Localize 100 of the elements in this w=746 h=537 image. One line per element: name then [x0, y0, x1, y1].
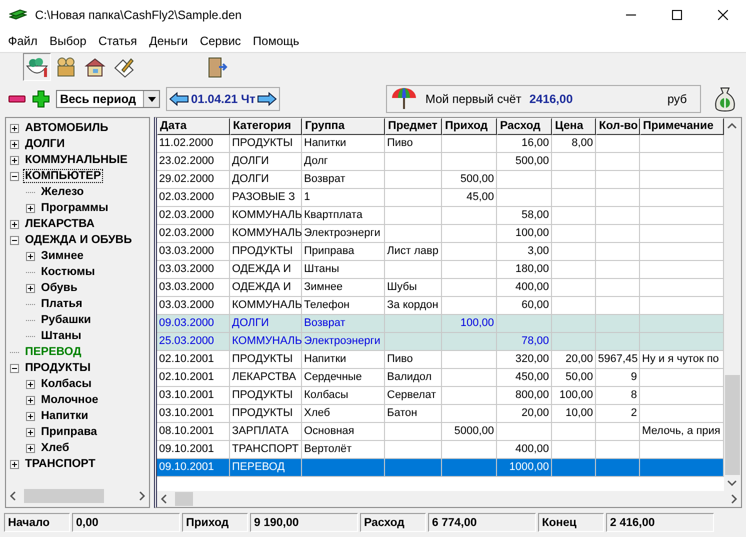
tree-item[interactable]: Хлеб	[39, 441, 72, 455]
table-cell: Приправа	[302, 243, 385, 261]
table-cell: 78,00	[497, 333, 552, 351]
tree-item[interactable]: КОМПЬЮТЕР	[23, 169, 104, 183]
table-cell	[552, 225, 596, 243]
column-header[interactable]: Приход	[442, 118, 497, 135]
table-cell: 45,00	[442, 189, 497, 207]
tree-item[interactable]: ОДЕЖДА И ОБУВЬ	[23, 233, 134, 247]
money-bag-icon[interactable]	[713, 86, 738, 112]
expander-icon[interactable]	[26, 284, 35, 292]
table-cell: 02.03.2000	[157, 225, 230, 243]
expander-icon[interactable]	[10, 220, 19, 228]
expander-icon[interactable]	[26, 396, 35, 404]
table-cell: ЛЕКАРСТВА	[230, 369, 302, 387]
expander-icon[interactable]	[10, 124, 19, 132]
period-dropdown[interactable]: Весь период	[56, 90, 160, 108]
expander-icon[interactable]	[10, 140, 19, 148]
tree-item[interactable]: Молочное	[39, 393, 100, 407]
table-cell	[596, 279, 640, 297]
table-cell: 16,00	[497, 135, 552, 153]
table-cell: 20,00	[497, 405, 552, 423]
tree-item[interactable]: ТРАНСПОРТ	[23, 457, 98, 471]
tree-item[interactable]: Напитки	[39, 409, 90, 423]
table-cell: Батон	[385, 405, 442, 423]
status-value: 9 190,00	[250, 512, 358, 532]
plus-icon[interactable]	[32, 90, 50, 108]
tree-item[interactable]: Железо	[39, 185, 86, 199]
tree-item[interactable]: Платья	[39, 297, 84, 311]
window-title: C:\Новая папка\CashFly2\Sample.den	[35, 8, 243, 22]
expander-icon[interactable]	[10, 460, 19, 468]
table-cell: КОММУНАЛЬ	[230, 333, 302, 351]
table-cell	[385, 333, 442, 351]
horizontal-scrollbar[interactable]	[157, 491, 741, 507]
vertical-scrollbar[interactable]	[724, 118, 741, 491]
table-cell: Хлеб	[302, 405, 385, 423]
status-value: 0,00	[72, 512, 180, 532]
table-cell: Сердечные	[302, 369, 385, 387]
tree-item[interactable]: КОММУНАЛЬНЫЕ	[23, 153, 130, 167]
table-cell	[385, 207, 442, 225]
menu-item[interactable]: Файл	[2, 34, 44, 48]
column-header[interactable]: Кол-во	[596, 118, 640, 135]
tree-item[interactable]: ДОЛГИ	[23, 137, 67, 151]
column-header[interactable]: Категория	[230, 118, 302, 135]
menu-item[interactable]: Деньги	[143, 34, 194, 48]
scroll-thumb[interactable]	[175, 492, 193, 506]
column-header[interactable]: Цена	[552, 118, 596, 135]
tree-item[interactable]: Костюмы	[39, 265, 97, 279]
expander-icon[interactable]	[10, 156, 19, 164]
expander-icon[interactable]	[10, 172, 19, 180]
tree-item[interactable]: ЛЕКАРСТВА	[23, 217, 97, 231]
scroll-thumb[interactable]	[24, 489, 104, 503]
expander-icon[interactable]	[26, 444, 35, 452]
expander-icon[interactable]	[26, 412, 35, 420]
tree-item[interactable]: Колбасы	[39, 377, 94, 391]
tree-item[interactable]: ПРОДУКТЫ	[23, 361, 93, 375]
tree-item[interactable]: Обувь	[39, 281, 80, 295]
table-cell: ОДЕЖДА И	[230, 261, 302, 279]
menu-item[interactable]: Помощь	[246, 34, 306, 48]
tree-item[interactable]: Штаны	[39, 329, 84, 343]
table-cell: Лист лавр	[385, 243, 442, 261]
column-header[interactable]: Расход	[497, 118, 552, 135]
table-cell	[596, 225, 640, 243]
column-header[interactable]: Предмет	[385, 118, 442, 135]
menu-item[interactable]: Выбор	[44, 34, 92, 48]
table-cell: 1	[302, 189, 385, 207]
right-arrow-icon[interactable]	[257, 92, 278, 106]
tree-item[interactable]: Приправа	[39, 425, 100, 439]
expander-icon[interactable]	[26, 380, 35, 388]
tree-item[interactable]: АВТОМОБИЛЬ	[23, 121, 110, 135]
toolbar-button[interactable]	[23, 53, 51, 81]
table-cell: 100,00	[552, 387, 596, 405]
table-cell	[596, 243, 640, 261]
tree-item[interactable]: ПЕРЕВОД	[23, 345, 84, 359]
expander-icon[interactable]	[26, 204, 35, 212]
tree-item[interactable]: Зимнее	[39, 249, 86, 263]
tree-item[interactable]: Рубашки	[39, 313, 93, 327]
table-cell: 11.02.2000	[157, 135, 230, 153]
table-cell	[497, 171, 552, 189]
expander-icon[interactable]	[26, 428, 35, 436]
dropdown-arrow-icon	[148, 96, 156, 102]
left-arrow-icon[interactable]	[169, 92, 189, 106]
table-cell: ДОЛГИ	[230, 171, 302, 189]
expander-icon[interactable]	[26, 252, 35, 260]
account-balance: 2416,00	[529, 92, 574, 106]
table-cell: 2	[596, 405, 640, 423]
column-header[interactable]: Дата	[157, 118, 230, 135]
tree-item[interactable]: Программы	[39, 201, 110, 215]
table-cell	[596, 423, 640, 441]
menu-item[interactable]: Сервис	[194, 34, 247, 48]
expander-icon[interactable]	[10, 364, 19, 372]
expander-icon[interactable]	[10, 236, 19, 244]
column-header[interactable]: Примечание	[640, 118, 724, 135]
scroll-thumb[interactable]	[725, 375, 740, 475]
table-cell: 180,00	[497, 261, 552, 279]
bowl-icon	[25, 56, 49, 78]
menu-item[interactable]: Статья	[92, 34, 144, 48]
column-header[interactable]: Группа	[302, 118, 385, 135]
status-label: Конец	[538, 512, 604, 532]
table-cell: Штаны	[302, 261, 385, 279]
table-cell: 100,00	[497, 225, 552, 243]
